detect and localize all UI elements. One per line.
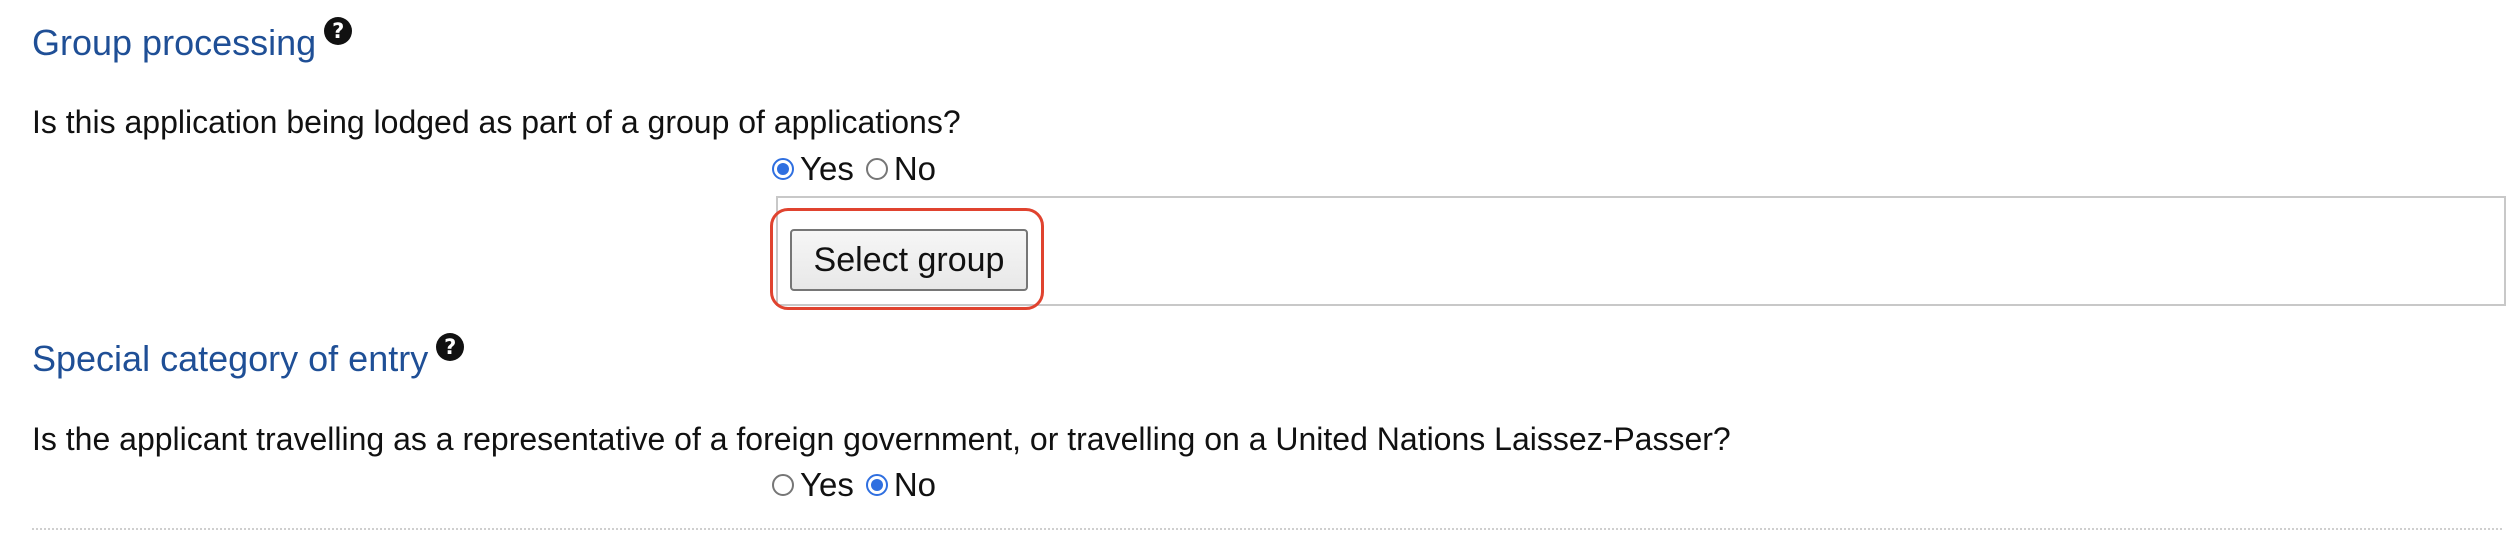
group-processing-title-text: Group processing (32, 22, 317, 63)
group-processing-title: Group processing ? (32, 17, 353, 64)
special-category-title-text: Special category of entry (32, 338, 429, 379)
special-category-radio-group: Yes No (772, 466, 948, 504)
special-category-yes-label: Yes (800, 466, 854, 503)
special-category-no-label: No (893, 466, 937, 503)
special-category-question: Is the applicant travelling as a represe… (32, 421, 1731, 457)
group-processing-no-radio[interactable] (865, 158, 888, 180)
special-category-no-radio[interactable] (865, 474, 888, 496)
question-circle-icon[interactable]: ? (324, 17, 353, 45)
select-group-button[interactable]: Select group (790, 229, 1028, 291)
question-circle-icon[interactable]: ? (436, 333, 465, 361)
group-processing-yes-radio[interactable] (772, 158, 794, 180)
section-divider (32, 528, 2502, 530)
group-processing-radio-group: Yes No (772, 150, 948, 188)
special-category-yes-option[interactable]: Yes (772, 466, 854, 504)
group-processing-yes-option[interactable]: Yes (772, 150, 854, 188)
group-processing-no-option[interactable]: No (865, 150, 937, 188)
group-processing-yes-label: Yes (800, 150, 854, 187)
special-category-title: Special category of entry ? (32, 333, 465, 380)
special-category-yes-radio[interactable] (772, 474, 794, 496)
group-processing-question: Is this application being lodged as part… (32, 104, 961, 140)
group-processing-no-label: No (893, 150, 937, 187)
special-category-no-option[interactable]: No (865, 466, 937, 504)
